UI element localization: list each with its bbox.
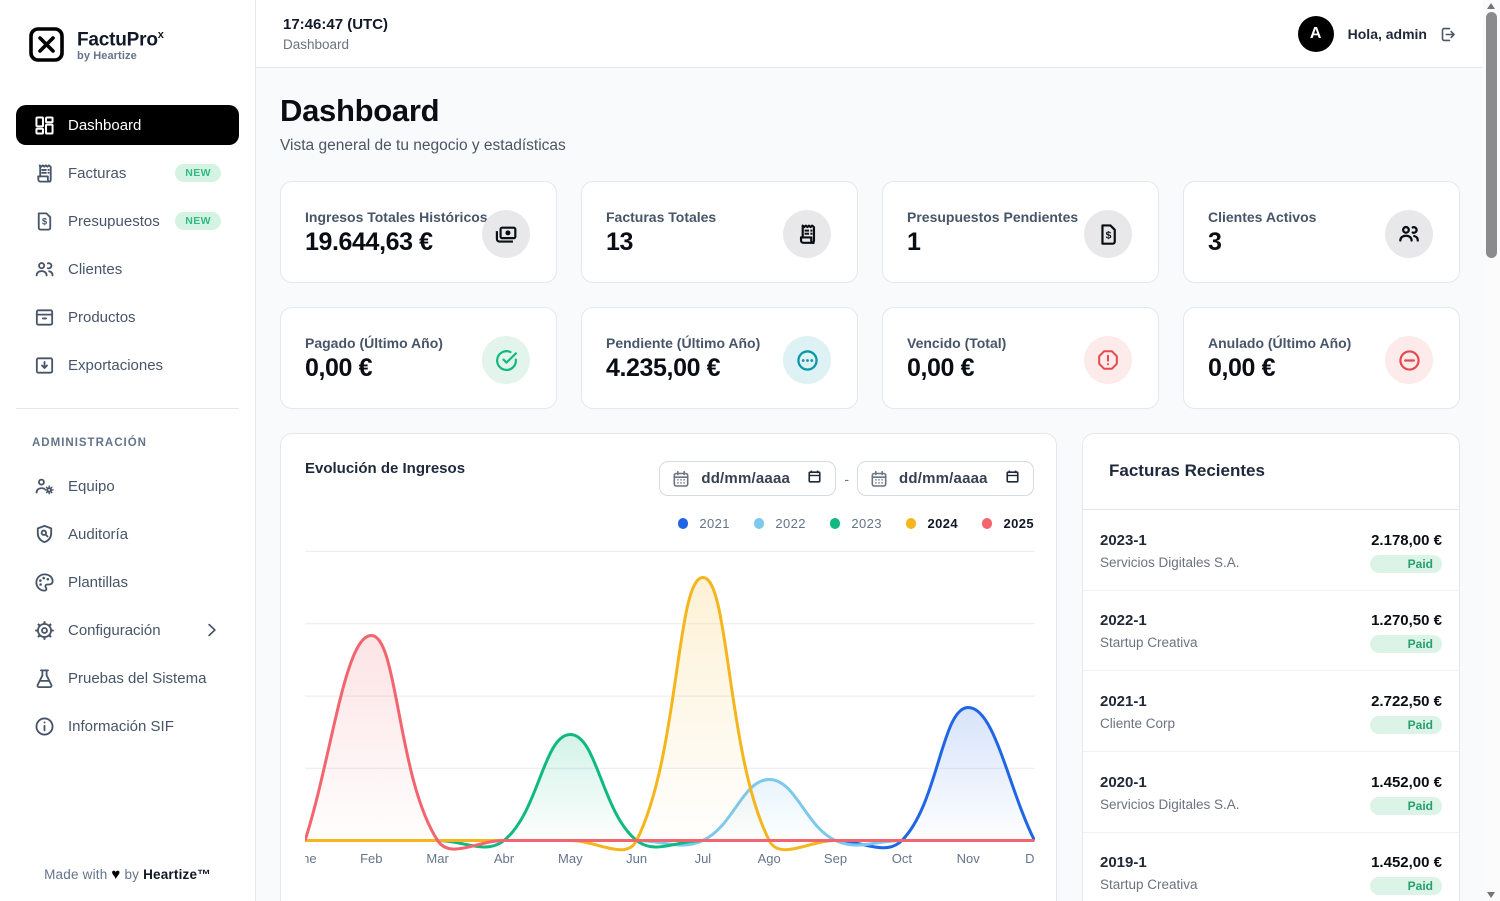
svg-text:May: May: [558, 851, 583, 866]
svg-text:Jun: Jun: [626, 851, 647, 866]
svg-text:Mar: Mar: [426, 851, 449, 866]
svg-text:Dic: Dic: [1025, 851, 1035, 866]
svg-text:Nov: Nov: [957, 851, 981, 866]
svg-text:Ene: Ene: [305, 851, 317, 866]
svg-text:$: $: [1105, 230, 1111, 241]
svg-text:Oct: Oct: [892, 851, 913, 866]
svg-text:Ago: Ago: [758, 851, 781, 866]
svg-text:Sep: Sep: [824, 851, 847, 866]
svg-text:$: $: [42, 216, 47, 226]
svg-text:Jul: Jul: [695, 851, 712, 866]
svg-text:Abr: Abr: [494, 851, 515, 866]
svg-text:Feb: Feb: [360, 851, 382, 866]
